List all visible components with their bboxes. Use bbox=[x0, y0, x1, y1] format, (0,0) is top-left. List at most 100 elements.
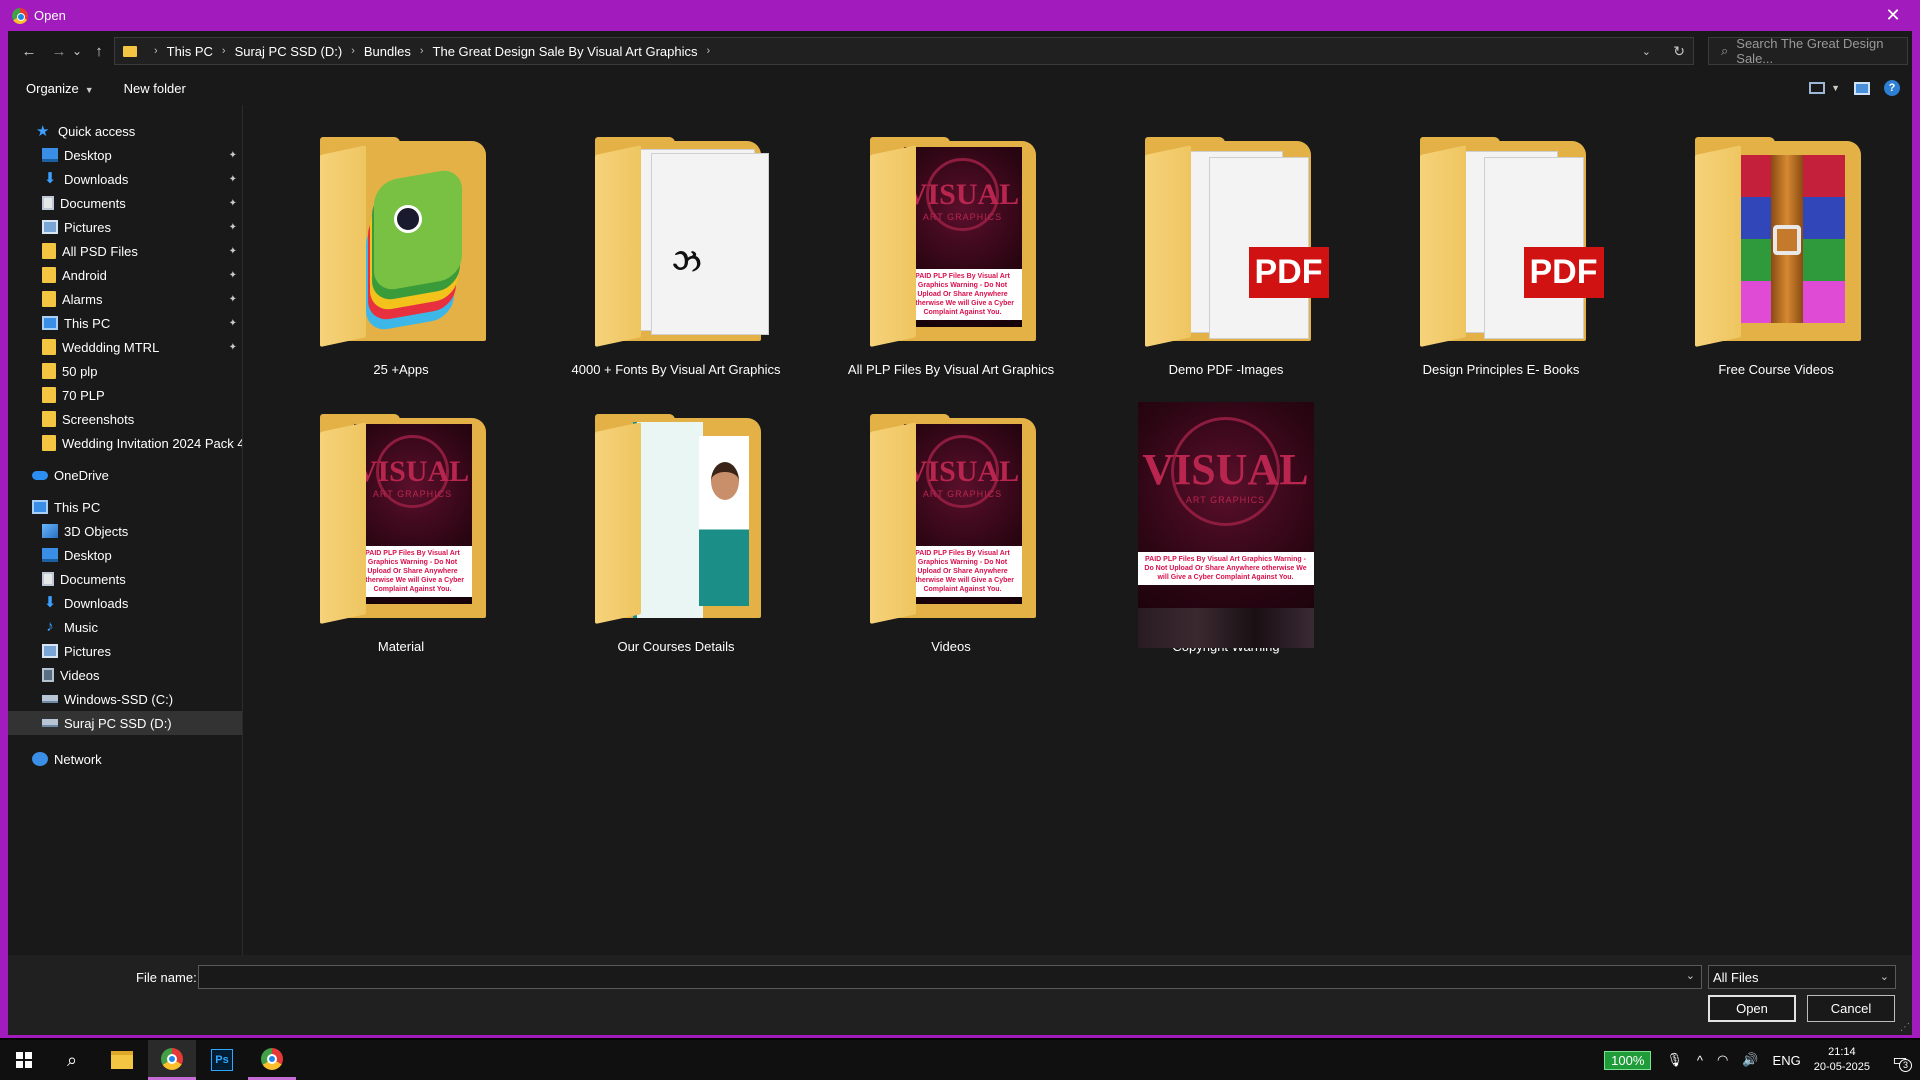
forward-button[interactable]: → bbox=[47, 39, 71, 63]
language-indicator[interactable]: ENG bbox=[1773, 1053, 1801, 1068]
sidebar-item-screenshots[interactable]: Screenshots bbox=[8, 407, 242, 431]
folder-item[interactable]: Free Course Videos bbox=[1651, 135, 1901, 377]
breadcrumb-drive[interactable]: Suraj PC SSD (D:) bbox=[235, 44, 343, 59]
volume-icon[interactable]: 🔊 bbox=[1742, 1052, 1758, 1068]
show-hidden-icons[interactable]: ^ bbox=[1697, 1053, 1703, 1068]
download-icon: ⬇ bbox=[43, 594, 57, 611]
sidebar-pc-item-windows-ssd-c-[interactable]: Windows-SSD (C:) bbox=[8, 687, 242, 711]
folder-item[interactable]: VISUAL ART GRAPHICS PAID PLP Files By Visu… bbox=[826, 412, 1076, 654]
file-type-select[interactable]: All Files ⌄ bbox=[1708, 965, 1896, 989]
pdf-icon: PDF bbox=[1523, 247, 1604, 298]
organize-button[interactable]: Organize ▼ bbox=[26, 81, 94, 96]
pc-icon bbox=[32, 500, 48, 514]
open-button[interactable]: Open bbox=[1708, 995, 1796, 1022]
search-button[interactable]: ⌕ bbox=[48, 1040, 96, 1080]
font-glyph: ઝ bbox=[672, 245, 702, 278]
start-button[interactable] bbox=[0, 1040, 48, 1080]
sidebar-item-android[interactable]: Android ✦ bbox=[8, 263, 242, 287]
change-view-icon[interactable] bbox=[1809, 82, 1826, 94]
taskbar-photoshop[interactable]: Ps bbox=[198, 1040, 246, 1080]
breadcrumb-current-folder[interactable]: The Great Design Sale By Visual Art Grap… bbox=[433, 44, 698, 59]
sidebar-pc-item-desktop[interactable]: Desktop bbox=[8, 543, 242, 567]
sidebar-item-weddding-mtrl[interactable]: Weddding MTRL ✦ bbox=[8, 335, 242, 359]
sidebar-pc-item-downloads[interactable]: ⬇ Downloads bbox=[8, 591, 242, 615]
sidebar-item-50-plp[interactable]: 50 plp bbox=[8, 359, 242, 383]
3d-objects-icon bbox=[42, 524, 58, 538]
pin-icon[interactable]: ✦ bbox=[229, 150, 237, 161]
sidebar-item-70-plp[interactable]: 70 PLP bbox=[8, 383, 242, 407]
pin-icon[interactable]: ✦ bbox=[229, 222, 237, 233]
pin-icon[interactable]: ✦ bbox=[229, 342, 237, 353]
sidebar-onedrive[interactable]: OneDrive bbox=[8, 463, 242, 487]
chevron-right-icon: › bbox=[351, 45, 355, 57]
up-button[interactable]: ↑ bbox=[87, 39, 111, 63]
sidebar-pc-item-3d-objects[interactable]: 3D Objects bbox=[8, 519, 242, 543]
sidebar-item-alarms[interactable]: Alarms ✦ bbox=[8, 287, 242, 311]
folder-icon bbox=[1689, 135, 1864, 350]
sidebar-item-label: Weddding MTRL bbox=[62, 339, 160, 355]
cancel-button[interactable]: Cancel bbox=[1807, 995, 1895, 1022]
sidebar-quick-access[interactable]: ★ Quick access bbox=[8, 119, 242, 143]
sidebar-item-this-pc[interactable]: This PC ✦ bbox=[8, 311, 242, 335]
help-icon[interactable]: ? bbox=[1884, 80, 1900, 96]
folder-front bbox=[869, 145, 916, 347]
folder-item[interactable]: Our Courses Details bbox=[551, 412, 801, 654]
address-history-dropdown[interactable]: ⌄ bbox=[1642, 45, 1651, 58]
pin-icon[interactable]: ✦ bbox=[229, 198, 237, 209]
search-input[interactable]: ⌕ Search The Great Design Sale... bbox=[1708, 36, 1908, 66]
back-button[interactable]: ← bbox=[17, 39, 41, 63]
folder-item[interactable]: VISUAL ART GRAPHICS PAID PLP Files By Visu… bbox=[276, 412, 526, 654]
sidebar-item-desktop[interactable]: Desktop ✦ bbox=[8, 143, 242, 167]
pin-icon[interactable]: ✦ bbox=[229, 294, 237, 305]
sidebar-item-pictures[interactable]: Pictures ✦ bbox=[8, 215, 242, 239]
sidebar-pc-item-suraj-pc-ssd-d-[interactable]: Suraj PC SSD (D:) bbox=[8, 711, 242, 735]
sidebar-pc-item-documents[interactable]: Documents bbox=[8, 567, 242, 591]
file-name-bar: File name: ⌄ All Files ⌄ Open Cancel ⋰ bbox=[8, 955, 1912, 1035]
chevron-right-icon[interactable]: › bbox=[707, 45, 711, 57]
taskbar-chrome[interactable] bbox=[148, 1040, 196, 1080]
notification-center-button[interactable]: ▭ 3 bbox=[1880, 1050, 1920, 1072]
pin-icon[interactable]: ✦ bbox=[229, 270, 237, 281]
file-name-input[interactable]: ⌄ bbox=[198, 965, 1702, 989]
taskbar-file-explorer[interactable] bbox=[98, 1040, 146, 1080]
clock[interactable]: 21:14 20-05-2025 bbox=[1814, 1045, 1870, 1075]
breadcrumb-bundles[interactable]: Bundles bbox=[364, 44, 411, 59]
pin-icon[interactable]: ✦ bbox=[229, 174, 237, 185]
address-bar[interactable]: › This PC › Suraj PC SSD (D:) › Bundles … bbox=[114, 37, 1694, 65]
sidebar-network[interactable]: Network bbox=[8, 747, 242, 771]
taskbar-chrome-2[interactable] bbox=[248, 1040, 296, 1080]
folder-item[interactable]: PDFPDF Demo PDF -Images bbox=[1101, 135, 1351, 377]
pin-icon[interactable]: ✦ bbox=[229, 246, 237, 257]
file-item[interactable]: VISUAL ART GRAPHICS PAID PLP Files By Visu… bbox=[1101, 402, 1351, 654]
new-folder-button[interactable]: New folder bbox=[124, 81, 186, 96]
close-button[interactable]: ✕ bbox=[1878, 0, 1908, 31]
view-options-caret-icon[interactable]: ▼ bbox=[1831, 83, 1840, 93]
chevron-down-icon[interactable]: ⌄ bbox=[1686, 969, 1695, 982]
breadcrumb-this-pc[interactable]: This PC bbox=[167, 44, 213, 59]
documents-icon bbox=[42, 196, 54, 210]
view-controls: ▼ ? bbox=[1809, 80, 1900, 96]
sidebar-item-documents[interactable]: Documents ✦ bbox=[8, 191, 242, 215]
sidebar-item-all-psd-files[interactable]: All PSD Files ✦ bbox=[8, 239, 242, 263]
resize-grip-icon[interactable]: ⋰ bbox=[1900, 1022, 1910, 1033]
sidebar-this-pc[interactable]: This PC bbox=[8, 495, 242, 519]
copyright-warning-text: PAID PLP Files By Visual Art Graphics Wa… bbox=[353, 546, 472, 597]
pin-icon[interactable]: ✦ bbox=[229, 318, 237, 329]
wifi-icon[interactable]: ◠ bbox=[1717, 1052, 1728, 1068]
preview-pane-icon[interactable] bbox=[1854, 81, 1870, 95]
sidebar-pc-item-pictures[interactable]: Pictures bbox=[8, 639, 242, 663]
folder-item[interactable]: 25 +Apps bbox=[276, 135, 526, 377]
sidebar-item-downloads[interactable]: ⬇ Downloads ✦ bbox=[8, 167, 242, 191]
microphone-icon[interactable]: 🎙 bbox=[1666, 1052, 1683, 1068]
sidebar-item-label: 3D Objects bbox=[64, 523, 129, 539]
recent-locations-button[interactable]: ⌄ bbox=[71, 39, 83, 63]
refresh-button[interactable]: ↻ bbox=[1673, 43, 1685, 60]
folder-item[interactable]: PDFPDF Design Principles E- Books bbox=[1376, 135, 1626, 377]
item-label: 4000 + Fonts By Visual Art Graphics bbox=[571, 362, 781, 377]
folder-item[interactable]: ઝ 4000 + Fonts By Visual Art Graphics bbox=[551, 135, 801, 377]
sidebar-item-wedding-invitation-2024-pack-4-pa[interactable]: Wedding Invitation 2024 Pack 4 Pa bbox=[8, 431, 242, 455]
sidebar-pc-item-music[interactable]: ♪ Music bbox=[8, 615, 242, 639]
sidebar-pc-item-videos[interactable]: Videos bbox=[8, 663, 242, 687]
battery-indicator[interactable]: 100% bbox=[1604, 1050, 1652, 1070]
folder-item[interactable]: VISUAL ART GRAPHICS PAID PLP Files By Visu… bbox=[826, 135, 1076, 377]
